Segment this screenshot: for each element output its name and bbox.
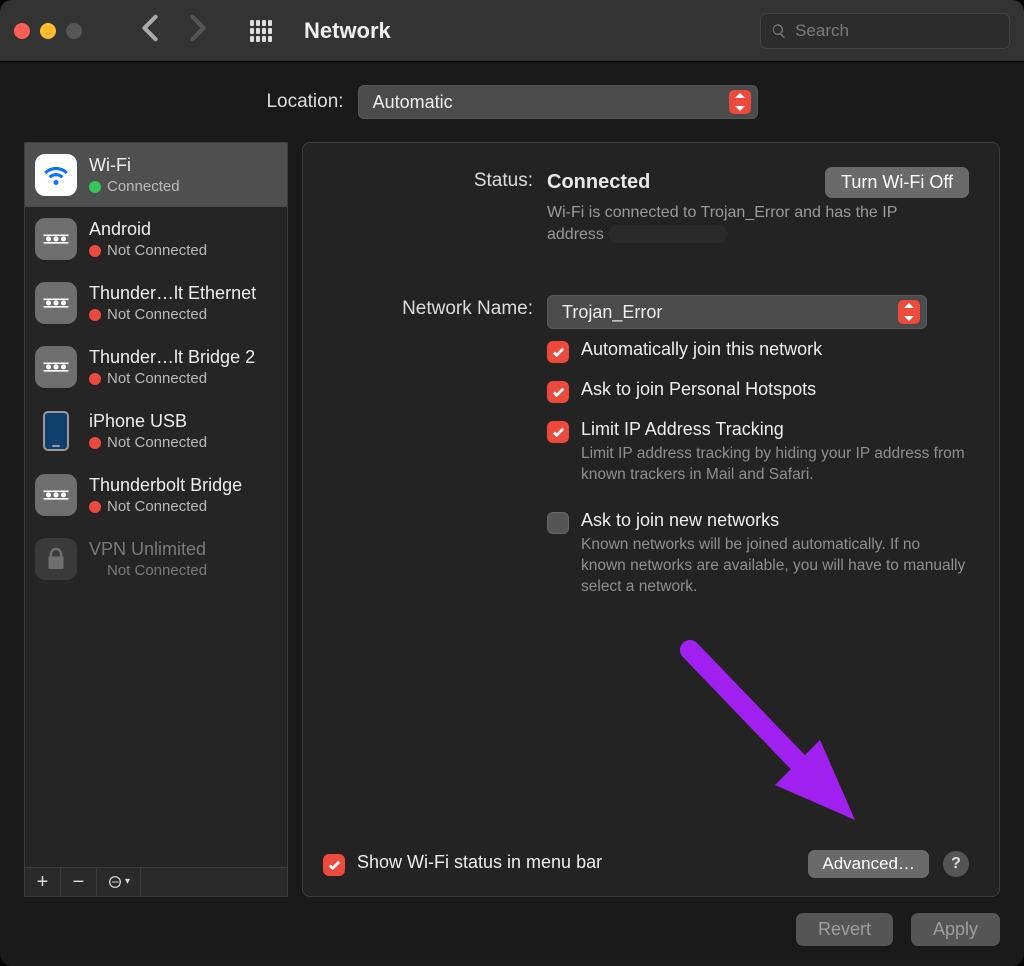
add-interface-button[interactable]: + [25, 868, 61, 896]
interface-name: iPhone USB [89, 411, 207, 432]
ethernet-icon [35, 218, 77, 260]
network-name-select[interactable]: Trojan_Error [547, 295, 927, 329]
interface-name: Thunderbolt Bridge [89, 475, 242, 496]
stepper-icon [729, 90, 751, 114]
interface-status: Not Connected [107, 562, 207, 579]
search-icon [771, 22, 787, 40]
stepper-icon [898, 300, 920, 324]
forward-button [188, 14, 208, 47]
minimize-button[interactable] [40, 23, 56, 39]
network-prefs-window: Network Location: Automatic Wi-Fi [0, 0, 1024, 966]
ask-join-checkbox[interactable] [547, 512, 569, 534]
status-dot-icon [89, 245, 101, 257]
location-value: Automatic [373, 92, 453, 113]
sidebar-toolbar: + − ▾ [24, 867, 288, 897]
search-input[interactable] [795, 21, 999, 41]
ethernet-icon [35, 474, 77, 516]
interface-name: Wi-Fi [89, 155, 180, 176]
interface-name: Thunder…lt Bridge 2 [89, 347, 255, 368]
menubar-row: Show Wi-Fi status in menu bar [323, 852, 602, 876]
hotspot-label: Ask to join Personal Hotspots [581, 379, 816, 400]
status-row: Status: Connected Turn Wi-Fi Off Wi-Fi i… [323, 167, 969, 245]
wifi-toggle-button[interactable]: Turn Wi-Fi Off [825, 167, 969, 198]
interface-name: Android [89, 219, 207, 240]
more-actions-button[interactable]: ▾ [97, 868, 141, 896]
bottom-buttons: Revert Apply [0, 897, 1024, 966]
interface-thunderbolt-ethernet[interactable]: Thunder…lt Ethernet Not Connected [25, 271, 287, 335]
status-label: Status: [323, 167, 533, 192]
location-select[interactable]: Automatic [358, 85, 758, 119]
sidebar: Wi-Fi Connected Android Not Connected [24, 142, 288, 897]
ethernet-icon [35, 346, 77, 388]
interface-status: Not Connected [107, 434, 207, 451]
hotspot-row: Ask to join Personal Hotspots [547, 379, 969, 403]
menubar-checkbox[interactable] [323, 854, 345, 876]
status-dot-icon [89, 501, 101, 513]
advanced-button[interactable]: Advanced… [808, 850, 929, 878]
lock-icon [35, 538, 77, 580]
redacted-ip [608, 225, 728, 243]
limit-ip-label: Limit IP Address Tracking [581, 419, 969, 440]
interface-name: Thunder…lt Ethernet [89, 283, 256, 304]
location-row: Location: Automatic [0, 62, 1024, 142]
network-name-value: Trojan_Error [562, 302, 662, 323]
ask-join-label: Ask to join new networks [581, 510, 969, 531]
network-name-label: Network Name: [323, 295, 533, 320]
location-label: Location: [266, 91, 343, 113]
back-button[interactable] [140, 14, 160, 47]
status-subtext: Wi-Fi is connected to Trojan_Error and h… [547, 202, 947, 245]
status-dot-icon [89, 437, 101, 449]
window-controls [14, 23, 82, 39]
close-button[interactable] [14, 23, 30, 39]
remove-interface-button[interactable]: − [61, 868, 97, 896]
iphone-icon [35, 410, 77, 452]
status-value: Connected [547, 171, 650, 194]
interface-wifi[interactable]: Wi-Fi Connected [25, 143, 287, 207]
status-dot-icon [89, 373, 101, 385]
detail-pane: Status: Connected Turn Wi-Fi Off Wi-Fi i… [302, 142, 1000, 897]
ask-join-row: Ask to join new networks Known networks … [547, 510, 969, 598]
ethernet-icon [35, 282, 77, 324]
interface-status: Connected [107, 178, 180, 195]
wifi-icon [35, 154, 77, 196]
interface-list[interactable]: Wi-Fi Connected Android Not Connected [24, 142, 288, 867]
ask-join-sub: Known networks will be joined automatica… [581, 535, 969, 598]
apply-button[interactable]: Apply [911, 913, 1000, 946]
auto-join-checkbox[interactable] [547, 341, 569, 363]
interface-thunderbolt-bridge[interactable]: Thunderbolt Bridge Not Connected [25, 463, 287, 527]
titlebar: Network [0, 0, 1024, 62]
interface-thunderbolt-bridge-2[interactable]: Thunder…lt Bridge 2 Not Connected [25, 335, 287, 399]
interface-status: Not Connected [107, 242, 207, 259]
detail-footer: Show Wi-Fi status in menu bar Advanced… … [323, 850, 969, 878]
menubar-label: Show Wi-Fi status in menu bar [357, 852, 602, 873]
interface-iphone-usb[interactable]: iPhone USB Not Connected [25, 399, 287, 463]
network-name-row: Network Name: Trojan_Error Automatically… [323, 295, 969, 604]
help-button[interactable]: ? [943, 851, 969, 877]
main-area: Wi-Fi Connected Android Not Connected [0, 142, 1024, 897]
interface-android[interactable]: Android Not Connected [25, 207, 287, 271]
zoom-button[interactable] [66, 23, 82, 39]
all-prefs-icon[interactable] [250, 20, 272, 42]
status-dot-icon [89, 309, 101, 321]
interface-name: VPN Unlimited [89, 539, 207, 560]
interface-status: Not Connected [107, 370, 207, 387]
window-title: Network [304, 18, 391, 44]
interface-status: Not Connected [107, 306, 207, 323]
status-dot-icon [89, 181, 101, 193]
interface-status: Not Connected [107, 498, 207, 515]
interface-vpn[interactable]: VPN Unlimited Not Connected [25, 527, 287, 591]
auto-join-row: Automatically join this network [547, 339, 969, 363]
hotspot-checkbox[interactable] [547, 381, 569, 403]
limit-ip-row: Limit IP Address Tracking Limit IP addre… [547, 419, 969, 486]
revert-button[interactable]: Revert [796, 913, 893, 946]
nav-arrows [140, 14, 208, 47]
limit-ip-checkbox[interactable] [547, 421, 569, 443]
limit-ip-sub: Limit IP address tracking by hiding your… [581, 444, 969, 486]
search-field[interactable] [760, 13, 1010, 49]
auto-join-label: Automatically join this network [581, 339, 822, 360]
